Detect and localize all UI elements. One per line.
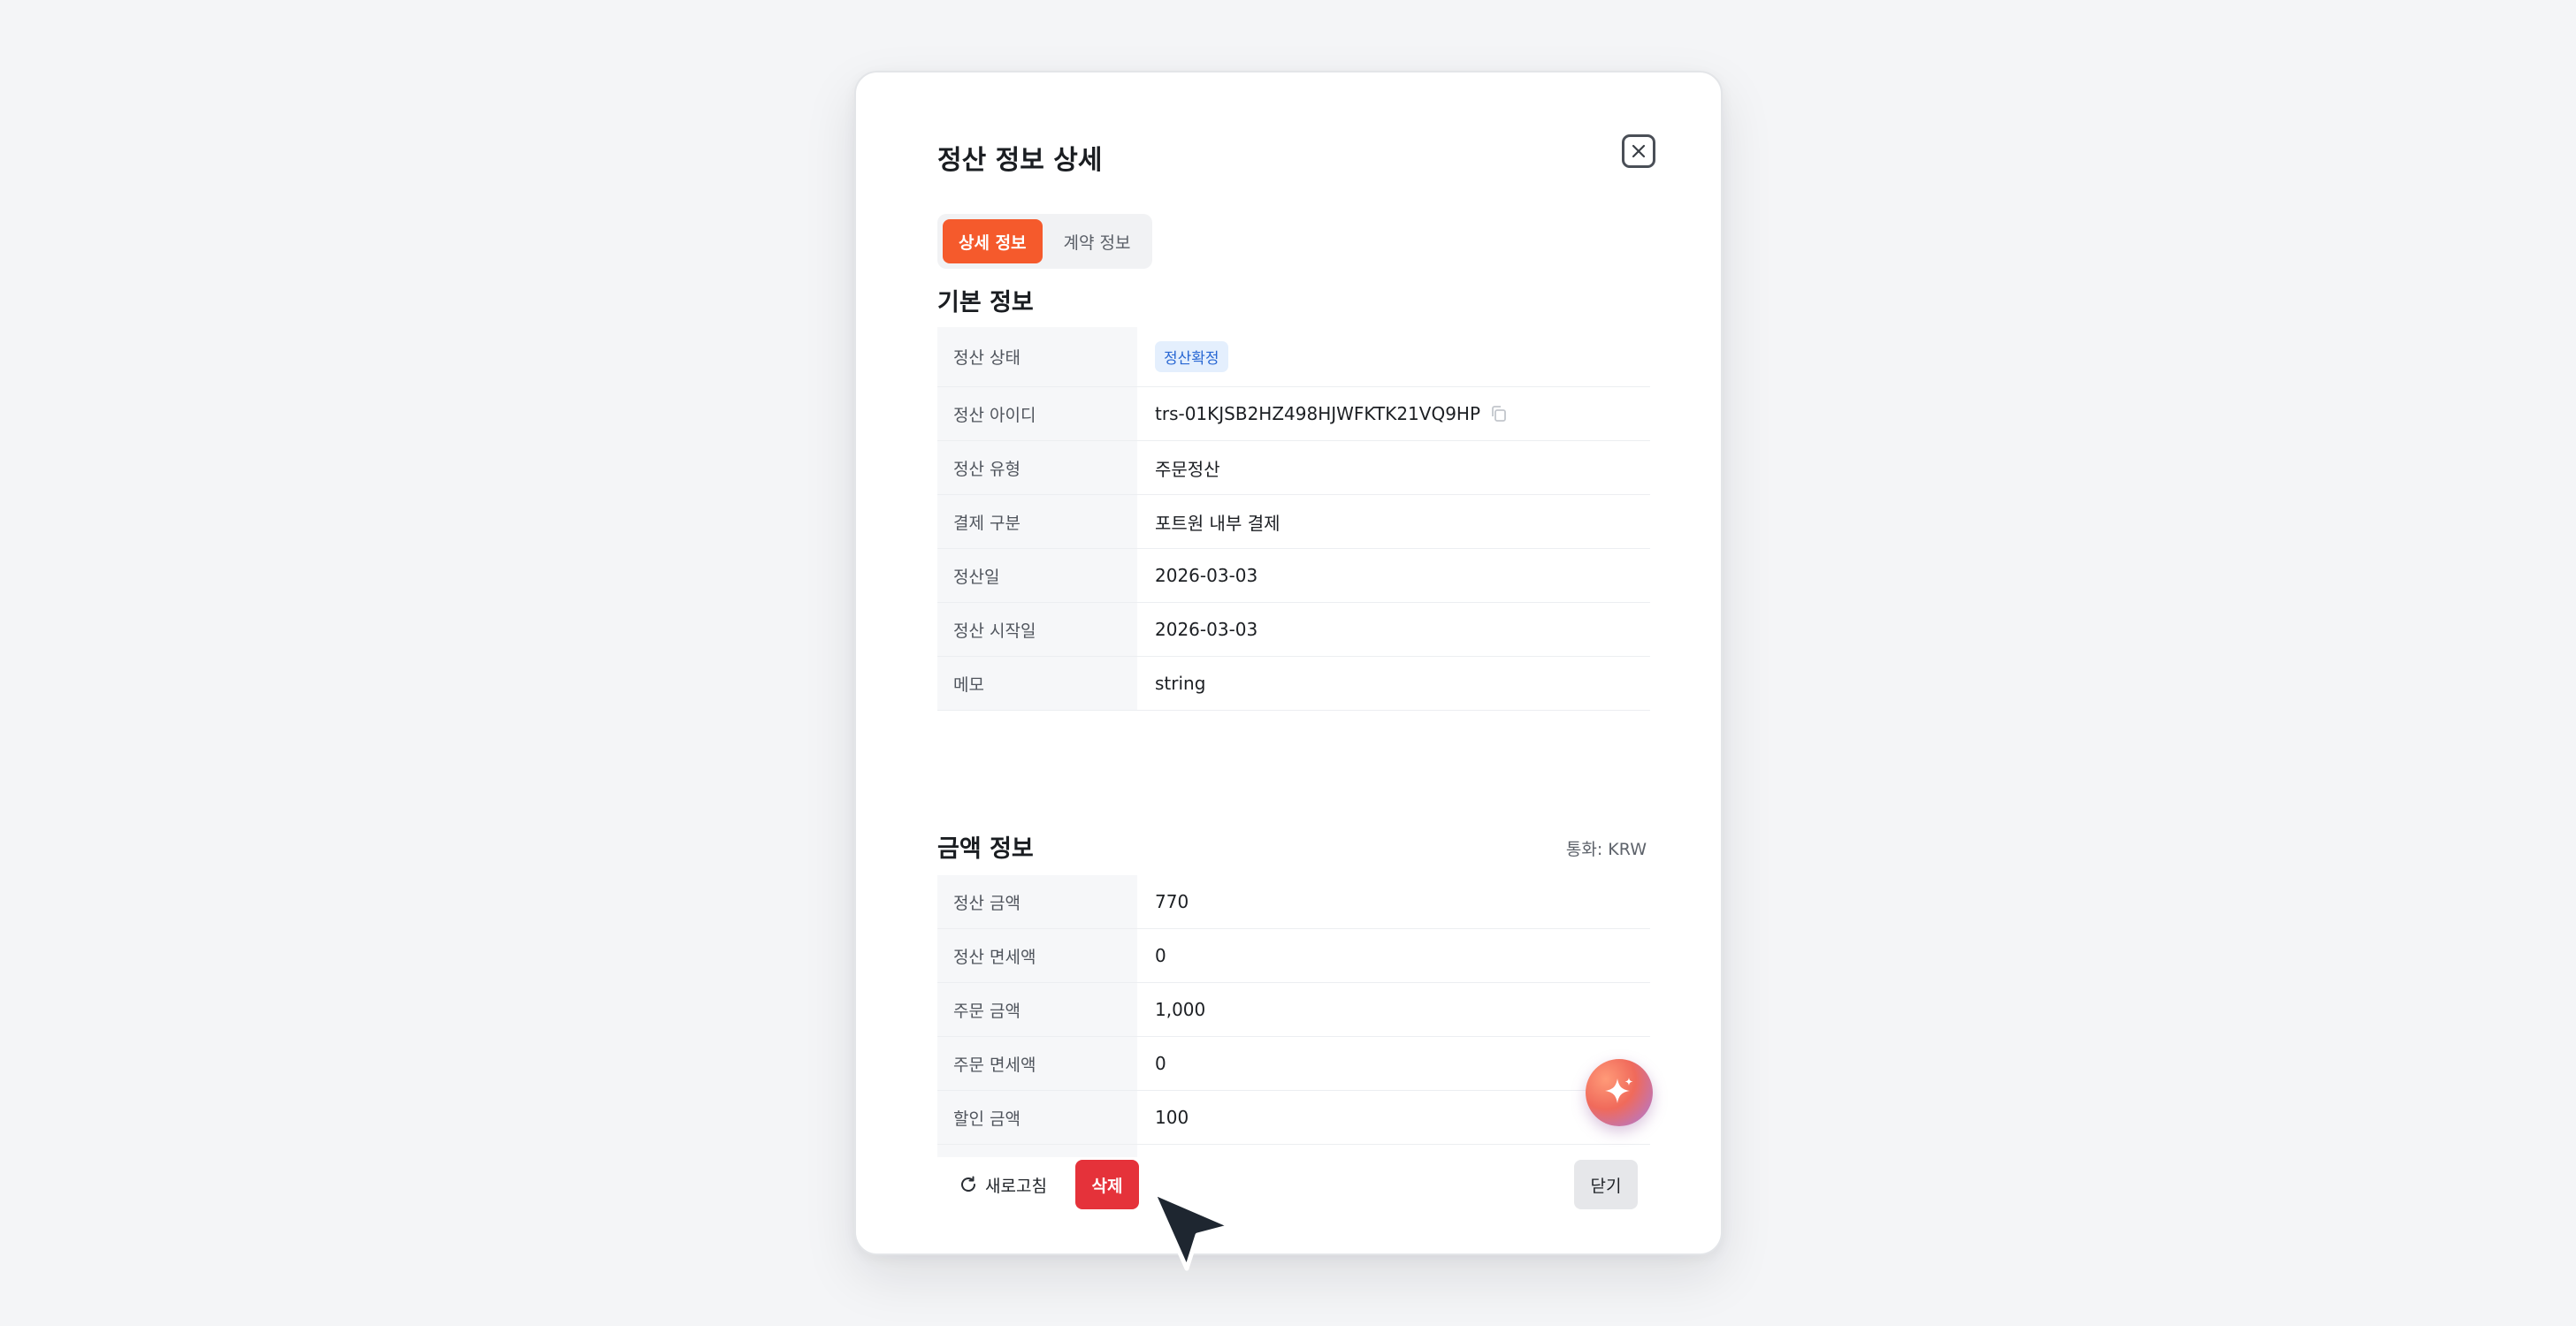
table-row: 정산 면세액 0	[937, 929, 1650, 983]
close-footer-button[interactable]: 닫기	[1574, 1160, 1638, 1209]
tab-contract-info[interactable]: 계약 정보	[1048, 219, 1147, 263]
table-row: 정산 유형 주문정산	[937, 441, 1650, 495]
table-row: 메모 string	[937, 657, 1650, 711]
basic-info-table: 정산 상태 정산확정 정산 아이디 trs-01KJSB2HZ498HJWFKT…	[937, 327, 1650, 711]
amount-info-table: 정산 금액 770 정산 면세액 0 주문 금액 1,000 주문 면세액 0 …	[937, 875, 1650, 1157]
row-value: 주문정산	[1155, 458, 1220, 480]
copy-icon[interactable]	[1489, 404, 1509, 423]
row-label: 정산 상태	[937, 327, 1137, 386]
tab-bar: 상세 정보 계약 정보	[937, 214, 1152, 269]
table-row: 주문 금액 1,000	[937, 983, 1650, 1037]
row-value: 2026-03-03	[1155, 565, 1258, 586]
row-value: string	[1155, 673, 1206, 694]
currency-label: 통화: KRW	[1565, 840, 1647, 859]
row-label: 정산 아이디	[937, 387, 1137, 440]
modal-title: 정산 정보 상세	[937, 145, 1103, 176]
table-row: 결제 구분 포트원 내부 결제	[937, 495, 1650, 549]
row-value: 1,000	[1155, 999, 1206, 1020]
table-row: 정산일 2026-03-03	[937, 549, 1650, 603]
sparkle-icon	[1605, 1078, 1633, 1103]
row-label: 정산 면세액	[937, 929, 1137, 982]
basic-info-title: 기본 정보	[937, 289, 1034, 316]
table-row: 할인 금액 100	[937, 1091, 1650, 1145]
refresh-icon	[961, 1176, 975, 1192]
row-value: 2026-03-03	[1155, 619, 1258, 640]
row-value: 0	[1155, 945, 1166, 966]
refresh-label: 새로고침	[985, 1176, 1047, 1196]
row-label: 정산 유형	[937, 441, 1137, 494]
close-button[interactable]	[1622, 134, 1655, 168]
delete-button[interactable]: 삭제	[1075, 1160, 1139, 1209]
row-label: 할인 금액	[937, 1091, 1137, 1144]
row-value: 0	[1155, 1053, 1166, 1074]
table-row: 주문 면세액 0	[937, 1037, 1650, 1091]
tab-detail-info[interactable]: 상세 정보	[943, 219, 1043, 263]
row-label: 주문 면세액	[937, 1037, 1137, 1090]
row-label: 결제 구분	[937, 495, 1137, 548]
settlement-id-value: trs-01KJSB2HZ498HJWFKTK21VQ9HP	[1155, 403, 1481, 424]
table-row: 정산 상태 정산확정	[937, 327, 1650, 387]
amount-info-title: 금액 정보	[937, 835, 1034, 863]
table-tail	[937, 1145, 1650, 1157]
table-row: 정산 금액 770	[937, 875, 1650, 929]
row-label: 정산일	[937, 549, 1137, 602]
close-icon	[1632, 144, 1646, 158]
refresh-button[interactable]: 새로고침	[959, 1160, 1047, 1209]
row-label: 정산 금액	[937, 875, 1137, 928]
row-value: 770	[1155, 891, 1189, 912]
table-row: 정산 시작일 2026-03-03	[937, 603, 1650, 657]
row-label: 정산 시작일	[937, 603, 1137, 656]
row-label: 메모	[937, 657, 1137, 710]
row-value: 포트원 내부 결제	[1155, 512, 1280, 534]
row-value: 100	[1155, 1107, 1189, 1128]
row-label: 주문 금액	[937, 983, 1137, 1036]
status-badge: 정산확정	[1155, 341, 1228, 372]
table-row: 정산 아이디 trs-01KJSB2HZ498HJWFKTK21VQ9HP	[937, 387, 1650, 441]
settlement-detail-modal: 정산 정보 상세 상세 정보 계약 정보 기본 정보 정산 상태 정산확정 정산…	[854, 71, 1723, 1255]
ai-assistant-button[interactable]	[1586, 1059, 1653, 1126]
